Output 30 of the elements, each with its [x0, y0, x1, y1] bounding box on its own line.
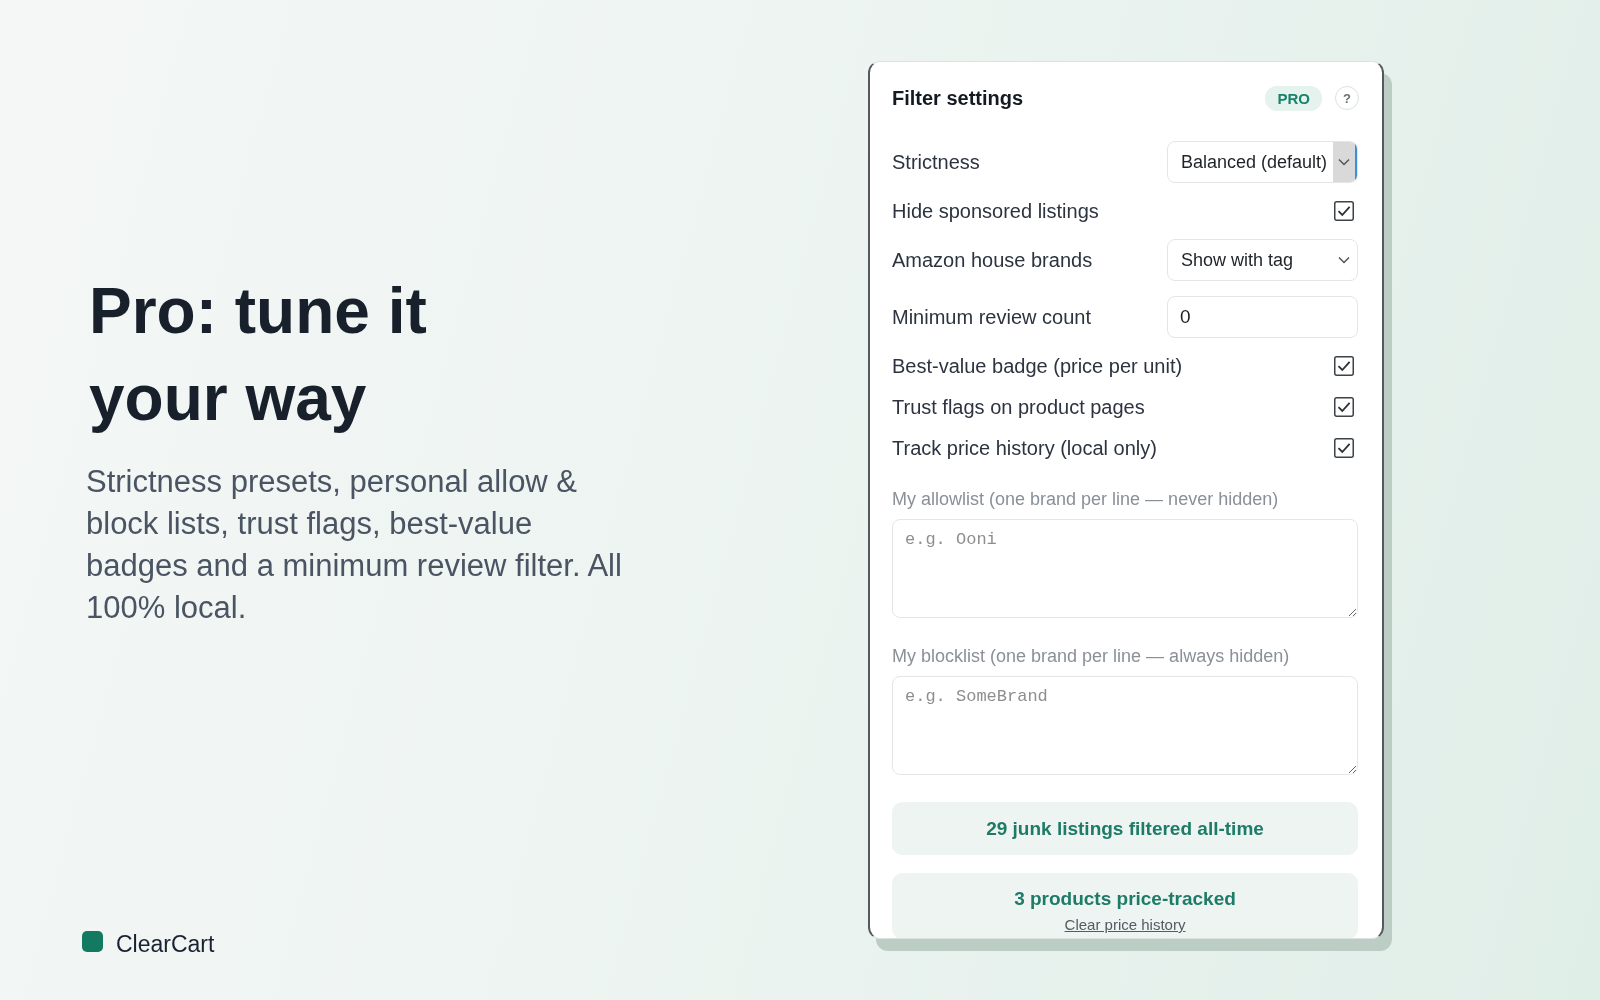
dropdown[interactable]: Show with tag	[1167, 239, 1358, 281]
stat-text: 29 junk listings filtered all-time	[986, 817, 1264, 840]
dropdown[interactable]: Balanced (default)	[1167, 141, 1358, 183]
setting-label: Strictness	[892, 150, 980, 174]
stat-text: 3 products price-tracked	[1014, 888, 1236, 910]
chevron-down-icon	[1338, 158, 1350, 166]
brand-name: ClearCart	[116, 931, 215, 958]
checkbox[interactable]	[1334, 201, 1354, 221]
setting-label: Amazon house brands	[892, 248, 1093, 272]
setting-label: Best-value badge (price per unit)	[892, 354, 1183, 378]
square-logo-icon	[82, 931, 103, 952]
field-label: My blocklist (one brand per line — always hidden)	[892, 645, 1291, 667]
plan-badge: PRO	[1265, 85, 1322, 111]
hero-title: Pro: tune it your way	[89, 274, 428, 436]
setting-label: Track price history (local only)	[892, 436, 1157, 460]
text-area[interactable]: e.g. Ooni	[892, 519, 1358, 618]
checkbox[interactable]	[1334, 356, 1354, 376]
number-field[interactable]: 0	[1167, 296, 1358, 338]
setting-label: Trust flags on product pages	[892, 395, 1145, 419]
setting-label: Hide sponsored listings	[892, 199, 1099, 223]
panel-title: Filter settings	[892, 86, 1024, 110]
hero-description: Strictness presets, personal allow & block lists, trust flags, best-value badges and a minimum review filter. All 100% local.	[86, 463, 623, 627]
chevron-down-icon	[1338, 256, 1350, 264]
setting-label: Minimum review count	[892, 305, 1091, 329]
help-button[interactable]: ?	[1335, 86, 1359, 110]
text-area[interactable]: e.g. SomeBrand	[892, 676, 1358, 775]
field-label: My allowlist (one brand per line — never hidden)	[892, 488, 1280, 510]
checkbox[interactable]	[1334, 397, 1354, 417]
clear-history-link[interactable]: Clear price history	[1064, 916, 1186, 933]
checkbox[interactable]	[1334, 438, 1354, 458]
